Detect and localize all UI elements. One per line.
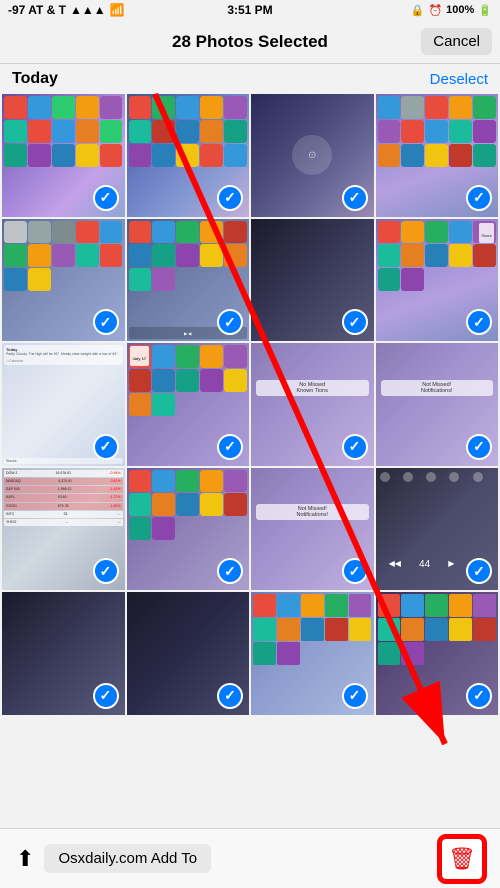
nav-bar: 28 Photos Selected Cancel	[0, 20, 500, 64]
photo-cell-9[interactable]: Today Partly Cloudy. The high will be 93…	[2, 343, 125, 466]
check-badge-8	[466, 309, 492, 335]
check-badge-5	[93, 309, 119, 335]
check-badge-13	[93, 558, 119, 584]
wifi-icon: 📶	[110, 3, 125, 17]
lock-icon: 🔒	[411, 4, 425, 17]
check-badge-6	[217, 309, 243, 335]
cancel-button[interactable]: Cancel	[421, 28, 492, 55]
photo-cell-17[interactable]	[2, 592, 125, 715]
photo-cell-7[interactable]	[251, 219, 374, 342]
check-badge-17	[93, 683, 119, 709]
check-badge-12	[466, 434, 492, 460]
check-badge-19	[342, 683, 368, 709]
share-icon[interactable]: ⬆	[16, 846, 34, 872]
photo-cell-13[interactable]: DOW J16,976.81-0.94% NASDAQ4,370.91-0.81…	[2, 468, 125, 591]
notification-text-11: No MissedKnown Tions	[256, 380, 369, 396]
check-badge-4	[466, 185, 492, 211]
status-left: -97 AT & T ▲▲▲ 📶	[8, 3, 125, 17]
photo-cell-4[interactable]	[376, 94, 499, 217]
bottom-toolbar: ⬆ Osxdaily.com Add To 🗑	[0, 828, 500, 888]
notification-text-15: Not Missed!Notifications!	[256, 504, 369, 520]
photo-cell-8[interactable]: Share	[376, 219, 499, 342]
photo-cell-1[interactable]	[2, 94, 125, 217]
check-badge-9	[93, 434, 119, 460]
photo-cell-10[interactable]: July 17	[127, 343, 250, 466]
photo-cell-20[interactable]	[376, 592, 499, 715]
toolbar-left: ⬆ Osxdaily.com Add To	[16, 844, 211, 873]
add-to-label: Add To	[151, 850, 197, 867]
photo-cell-3[interactable]: ⊙	[251, 94, 374, 217]
status-right: 🔒 ⏰ 100% 🔋	[411, 4, 492, 17]
add-to-button[interactable]: Osxdaily.com Add To	[44, 844, 211, 873]
check-badge-18	[217, 683, 243, 709]
site-label: Osxdaily.com	[58, 850, 147, 867]
battery-label: 100%	[446, 4, 474, 16]
photo-cell-12[interactable]: Not Missed!Notifications!	[376, 343, 499, 466]
check-badge-10	[217, 434, 243, 460]
status-bar: -97 AT & T ▲▲▲ 📶 3:51 PM 🔒 ⏰ 100% 🔋	[0, 0, 500, 20]
check-badge-15	[342, 558, 368, 584]
section-header: Today Deselect	[0, 64, 500, 94]
photo-cell-15[interactable]: Not Missed!Notifications!	[251, 468, 374, 591]
photo-cell-2[interactable]	[127, 94, 250, 217]
check-badge-2	[217, 185, 243, 211]
check-badge-20	[466, 683, 492, 709]
signal-icon: ▲▲▲	[70, 3, 106, 17]
check-badge-1	[93, 185, 119, 211]
alarm-icon: ⏰	[428, 4, 442, 17]
check-badge-7	[342, 309, 368, 335]
photo-cell-11[interactable]: No MissedKnown Tions	[251, 343, 374, 466]
battery-icon: 🔋	[478, 4, 492, 17]
deselect-button[interactable]: Deselect	[430, 71, 488, 88]
check-badge-11	[342, 434, 368, 460]
photo-cell-19[interactable]	[251, 592, 374, 715]
delete-button[interactable]: 🗑	[440, 837, 484, 881]
check-badge-3	[342, 185, 368, 211]
carrier-label: -97 AT & T	[8, 3, 66, 17]
notification-text-12: Not Missed!Notifications!	[381, 380, 494, 396]
check-badge-14	[217, 558, 243, 584]
photo-cell-14[interactable]	[127, 468, 250, 591]
nav-title: 28 Photos Selected	[172, 32, 328, 52]
photo-cell-6[interactable]: ▶ ◀	[127, 219, 250, 342]
photo-cell-18[interactable]	[127, 592, 250, 715]
photo-grid: ⊙	[0, 94, 500, 715]
photo-cell-16[interactable]: ◀◀ 44 ▶ ▶▶	[376, 468, 499, 591]
check-badge-16	[466, 558, 492, 584]
section-label: Today	[12, 70, 58, 88]
status-time: 3:51 PM	[227, 3, 272, 17]
photo-cell-5[interactable]	[2, 219, 125, 342]
